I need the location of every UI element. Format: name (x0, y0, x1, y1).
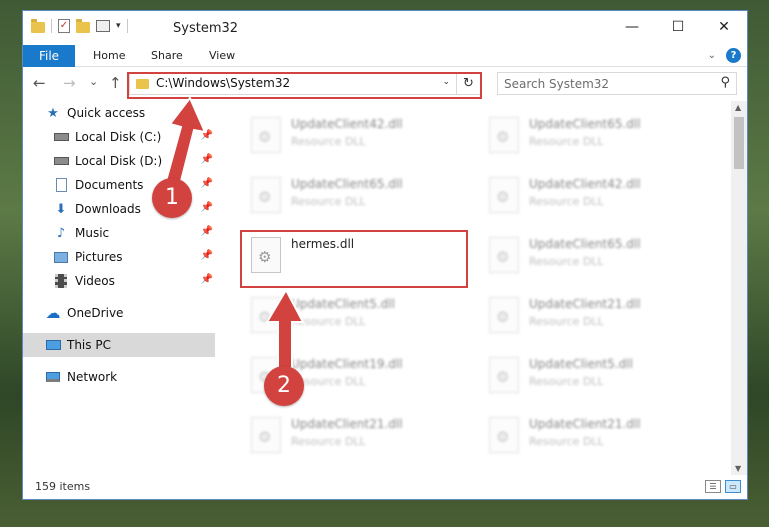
arrow-to-address (164, 96, 207, 187)
step-1-badge: 1 (152, 178, 192, 218)
arrow-to-file (265, 287, 305, 369)
annotation-arrows (164, 96, 305, 369)
step-2-badge: 2 (264, 366, 304, 406)
